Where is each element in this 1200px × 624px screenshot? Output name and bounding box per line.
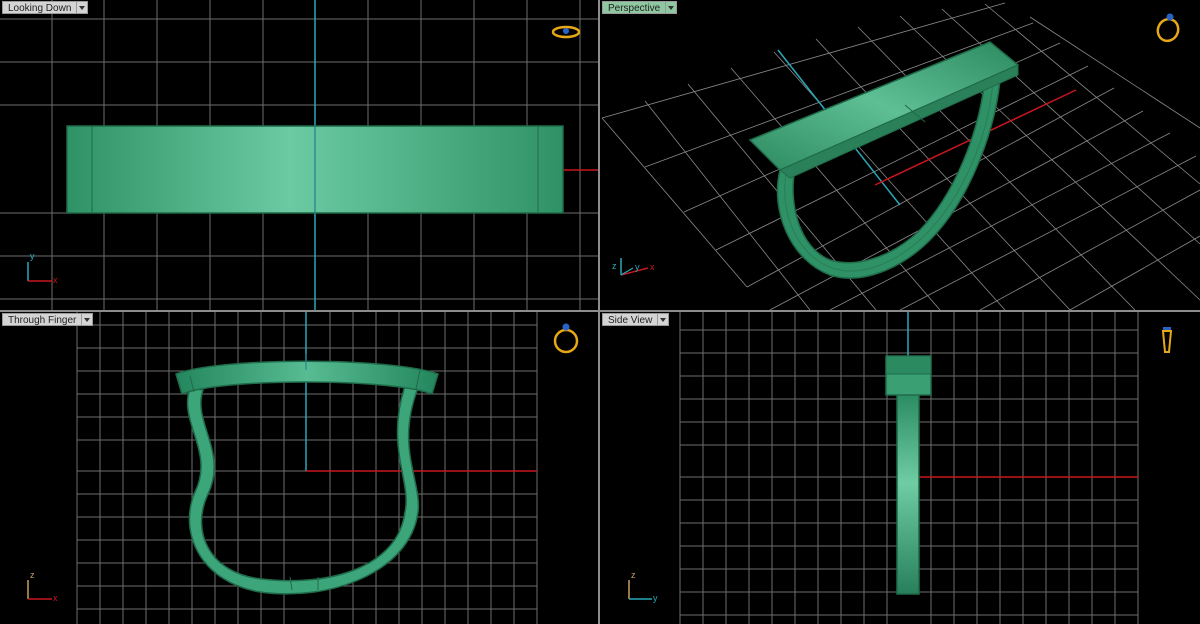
viewport-perspective[interactable]: z y x Perspective — [600, 0, 1200, 310]
viewport-label-through-finger[interactable]: Through Finger — [2, 313, 94, 326]
axis-label-y: y — [653, 593, 658, 603]
axis-label-y: y — [635, 262, 640, 272]
ring-model-side — [885, 355, 932, 595]
viewport-divider-vertical[interactable] — [598, 0, 600, 624]
ring-front-icon[interactable] — [551, 319, 581, 357]
dropdown-icon[interactable] — [657, 313, 670, 326]
viewport-label-text: Side View — [602, 313, 658, 326]
ring-perspective-icon[interactable] — [1153, 10, 1185, 44]
grid-lines — [76, 312, 538, 624]
axis-triad-icon — [27, 580, 52, 600]
axis-triad-icon — [27, 262, 52, 282]
viewport-side-view[interactable]: z y Side View — [600, 312, 1200, 624]
axis-label-z: z — [612, 261, 617, 271]
dropdown-icon[interactable] — [81, 313, 94, 326]
axis-label-x: x — [53, 275, 58, 285]
viewport-label-text: Looking Down — [2, 1, 77, 14]
axis-label-z: z — [631, 570, 636, 580]
viewport-label-perspective[interactable]: Perspective — [602, 1, 678, 14]
perspective-grid — [601, 2, 1200, 310]
ring-model-perspective — [748, 41, 1020, 279]
grid-canvas — [27, 312, 538, 624]
axis-label-z: z — [30, 570, 35, 580]
axis-label-x: x — [53, 593, 58, 603]
axis-label-y: y — [30, 251, 35, 261]
axis-label-x: x — [650, 262, 655, 272]
viewport-looking-down[interactable]: y x Looking Down — [0, 0, 598, 310]
viewport-through-finger[interactable]: z x Through Finger — [0, 312, 598, 624]
viewport-label-side-view[interactable]: Side View — [602, 313, 670, 326]
ring-model-top — [66, 125, 564, 214]
grid-canvas — [601, 2, 1200, 310]
ring-side-icon[interactable] — [1157, 318, 1177, 358]
viewport-label-text: Through Finger — [2, 313, 82, 326]
grid-canvas — [628, 312, 1139, 624]
viewport-divider-horizontal[interactable] — [0, 310, 1200, 312]
viewport-label-text: Perspective — [602, 1, 666, 14]
dropdown-icon[interactable] — [665, 1, 678, 14]
grid-canvas — [0, 0, 598, 310]
dropdown-icon[interactable] — [76, 1, 89, 14]
viewport-label-looking-down[interactable]: Looking Down — [2, 1, 89, 14]
ring-top-icon[interactable] — [551, 22, 581, 42]
axis-triad-icon — [628, 580, 652, 600]
